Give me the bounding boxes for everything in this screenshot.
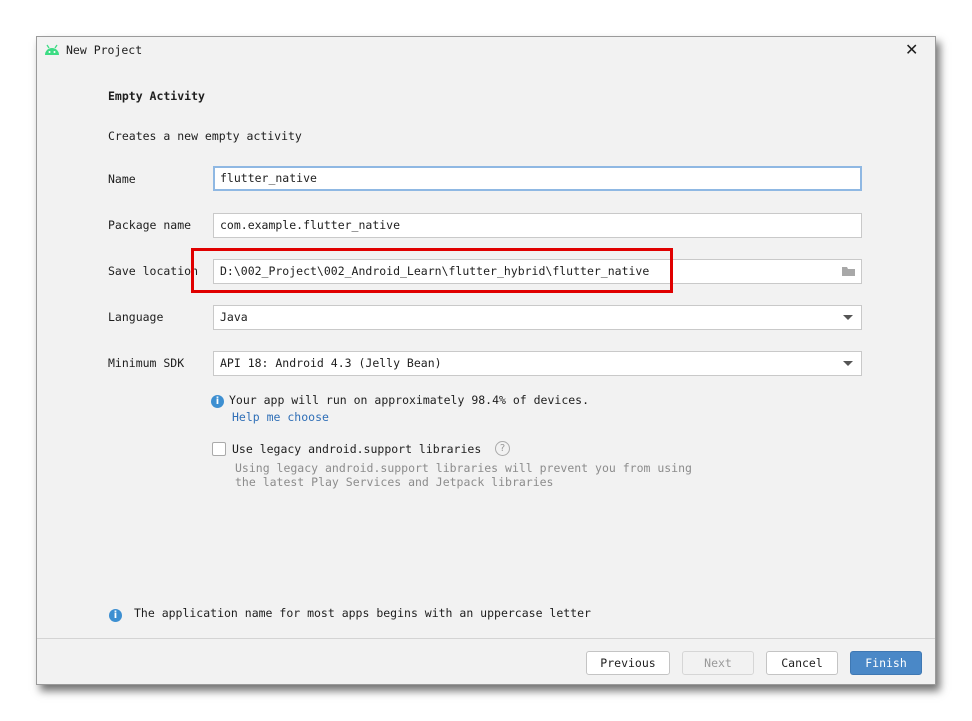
language-value: Java: [220, 310, 248, 324]
chevron-down-icon: [843, 361, 853, 366]
window-title: New Project: [66, 43, 143, 57]
name-label: Name: [108, 172, 136, 186]
info-icon: i: [109, 607, 122, 622]
close-icon[interactable]: ✕: [905, 40, 918, 59]
footer-info-text: The application name for most apps begin…: [134, 606, 591, 620]
help-icon[interactable]: ?: [495, 441, 510, 456]
package-label: Package name: [108, 218, 192, 232]
previous-button[interactable]: Previous: [586, 651, 670, 675]
language-select[interactable]: Java: [213, 305, 862, 330]
next-button[interactable]: Next: [682, 651, 754, 675]
legacy-help-line2: the latest Play Services and Jetpack lib…: [235, 475, 554, 489]
save-location-label: Save location: [108, 264, 199, 278]
name-input[interactable]: flutter_native: [213, 166, 862, 191]
package-input[interactable]: com.example.flutter_native: [213, 213, 862, 238]
folder-icon[interactable]: [841, 265, 856, 280]
page-title: Empty Activity: [108, 89, 205, 103]
min-sdk-value: API 18: Android 4.3 (Jelly Bean): [220, 356, 442, 370]
min-sdk-select[interactable]: API 18: Android 4.3 (Jelly Bean): [213, 351, 862, 376]
help-me-choose-link[interactable]: Help me choose: [232, 410, 329, 424]
finish-button[interactable]: Finish: [850, 651, 922, 675]
language-label: Language: [108, 310, 164, 324]
legacy-checkbox[interactable]: [212, 442, 226, 456]
cancel-button[interactable]: Cancel: [766, 651, 838, 675]
page-description: Creates a new empty activity: [108, 129, 302, 143]
highlight-box: [191, 248, 673, 293]
android-icon: [44, 44, 60, 59]
min-sdk-label: Minimum SDK: [108, 356, 185, 370]
sdk-coverage-text: Your app will run on approximately 98.4%…: [229, 393, 590, 407]
legacy-help-line1: Using legacy android.support libraries w…: [235, 461, 692, 475]
chevron-down-icon: [843, 315, 853, 320]
legacy-label[interactable]: Use legacy android.support libraries: [232, 442, 481, 456]
info-icon: i: [211, 393, 224, 408]
footer-divider: [37, 638, 935, 639]
new-project-dialog: New Project ✕ Empty Activity Creates a n…: [36, 36, 936, 685]
